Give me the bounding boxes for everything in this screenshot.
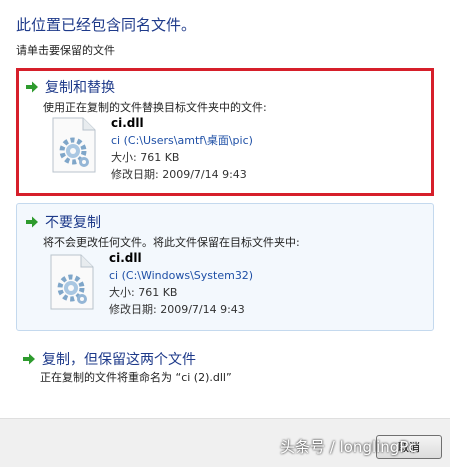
copy-and-replace-option[interactable]: 复制和替换 使用正在复制的文件替换目标文件夹中的文件: ci.dll ci (C… xyxy=(16,68,434,196)
file-size: 大小: 761 KB xyxy=(111,151,180,164)
do-not-copy-option[interactable]: 不要复制 将不会更改任何文件。将此文件保留在目标文件夹中: ci.dll ci … xyxy=(16,203,434,331)
copy-keep-both-option[interactable]: 复制，但保留这两个文件 正在复制的文件将重命名为 “ci (2).dll” xyxy=(16,345,434,393)
file-modified-date: 修改日期: 2009/7/14 9:43 xyxy=(109,303,245,316)
option-description: 正在复制的文件将重命名为 “ci (2).dll” xyxy=(40,371,232,384)
option-header: 不要复制 xyxy=(25,212,101,232)
file-details: ci.dll ci (C:\Users\amtf\桌面\pic) 大小: 761… xyxy=(111,115,253,183)
dll-file-icon xyxy=(50,254,94,310)
dialog-subtitle: 请单击要保留的文件 xyxy=(16,44,115,57)
file-modified-date: 修改日期: 2009/7/14 9:43 xyxy=(111,168,247,181)
option-description: 将不会更改任何文件。将此文件保留在目标文件夹中: xyxy=(43,236,300,249)
option-title: 复制和替换 xyxy=(45,80,115,96)
dialog-title: 此位置已经包含同名文件。 xyxy=(16,16,197,34)
file-path: ci (C:\Windows\System32) xyxy=(109,269,254,282)
file-size: 大小: 761 KB xyxy=(109,286,178,299)
file-name: ci.dll xyxy=(111,116,144,130)
green-arrow-icon xyxy=(23,353,35,365)
option-header: 复制，但保留这两个文件 xyxy=(22,349,196,369)
option-description: 使用正在复制的文件替换目标文件夹中的文件: xyxy=(43,101,267,114)
option-title: 复制，但保留这两个文件 xyxy=(42,352,196,368)
green-arrow-icon xyxy=(26,216,38,228)
watermark: 头条号 / longlingPc xyxy=(280,438,417,456)
file-details: ci.dll ci (C:\Windows\System32) 大小: 761 … xyxy=(109,250,253,318)
file-path: ci (C:\Users\amtf\桌面\pic) xyxy=(111,134,253,147)
file-name: ci.dll xyxy=(109,251,142,265)
option-header: 复制和替换 xyxy=(25,77,115,97)
dll-file-icon xyxy=(52,117,96,173)
green-arrow-icon xyxy=(26,81,38,93)
option-title: 不要复制 xyxy=(45,215,101,231)
